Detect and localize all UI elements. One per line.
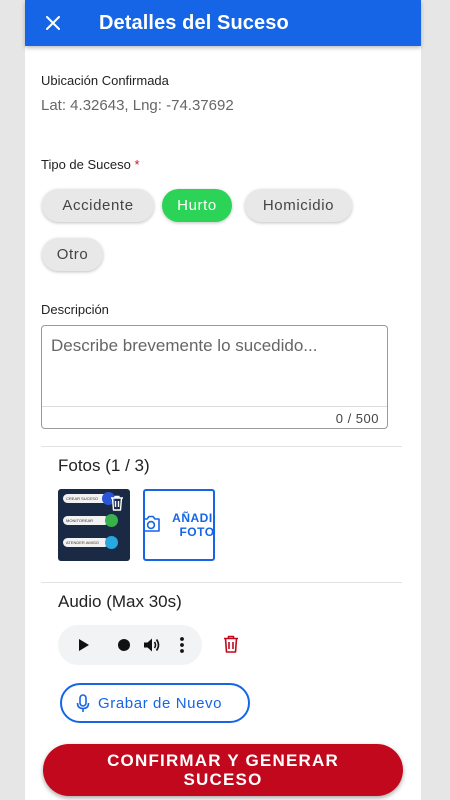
required-mark: * <box>134 157 140 172</box>
section-divider <box>41 582 402 583</box>
chip-hurto[interactable]: Hurto <box>162 189 232 222</box>
more-options-button[interactable] <box>172 625 192 665</box>
description-placeholder: Describe brevemente lo sucedido... <box>51 336 318 355</box>
trash-icon <box>224 635 238 653</box>
audio-delete-button[interactable] <box>223 635 239 658</box>
thumbnail-pill-2: MONITOREAR <box>63 516 109 525</box>
incident-type-label: Tipo de Suceso * <box>41 157 140 172</box>
photo-delete-button[interactable] <box>108 494 126 512</box>
audio-player <box>58 625 202 665</box>
add-photo-button[interactable]: AÑADIR FOTO <box>143 489 215 561</box>
thumbnail-pill-3: ATENDER AMIGO <box>63 538 109 547</box>
microphone-icon <box>76 693 90 712</box>
location-label: Ubicación Confirmada <box>41 73 169 88</box>
thumbnail-dot-2 <box>105 514 118 527</box>
thumbnail-dot-3 <box>105 536 118 549</box>
incident-type-label-text: Tipo de Suceso <box>41 157 131 172</box>
add-photo-label: AÑADIR FOTO <box>172 511 215 539</box>
play-icon <box>79 639 89 651</box>
incident-details-screen: Detalles del Suceso Ubicación Confirmada… <box>25 0 421 800</box>
record-again-button[interactable]: Grabar de Nuevo <box>60 683 250 723</box>
close-icon <box>46 16 60 30</box>
trash-icon <box>111 495 123 511</box>
record-again-label: Grabar de Nuevo <box>98 694 223 712</box>
page-title: Detalles del Suceso <box>99 11 289 34</box>
chip-homicidio[interactable]: Homicidio <box>245 189 352 222</box>
app-bar: Detalles del Suceso <box>25 0 421 46</box>
close-button[interactable] <box>25 0 81 46</box>
progress-slider[interactable] <box>114 625 134 665</box>
description-textarea[interactable]: Describe brevemente lo sucedido... 0 / 5… <box>41 325 388 429</box>
more-vertical-icon <box>180 637 184 653</box>
progress-dot <box>118 639 130 651</box>
volume-button[interactable] <box>140 625 164 665</box>
section-divider <box>41 446 402 447</box>
audio-title: Audio (Max 30s) <box>58 592 182 611</box>
chip-accidente[interactable]: Accidente <box>42 189 154 222</box>
play-button[interactable] <box>72 625 96 665</box>
photo-thumbnail[interactable]: CREAR SUCESO MONITOREAR ATENDER AMIGO <box>58 489 130 561</box>
photos-title: Fotos (1 / 3) <box>58 456 150 475</box>
location-coordinates: Lat: 4.32643, Lng: -74.37692 <box>41 97 234 114</box>
confirm-button[interactable]: CONFIRMAR Y GENERAR SUCESO <box>43 744 403 796</box>
volume-icon <box>144 638 160 652</box>
description-divider <box>42 406 387 407</box>
description-label: Descripción <box>41 302 109 317</box>
camera-icon <box>145 515 160 532</box>
character-counter: 0 / 500 <box>335 411 379 426</box>
chip-otro[interactable]: Otro <box>42 238 103 271</box>
